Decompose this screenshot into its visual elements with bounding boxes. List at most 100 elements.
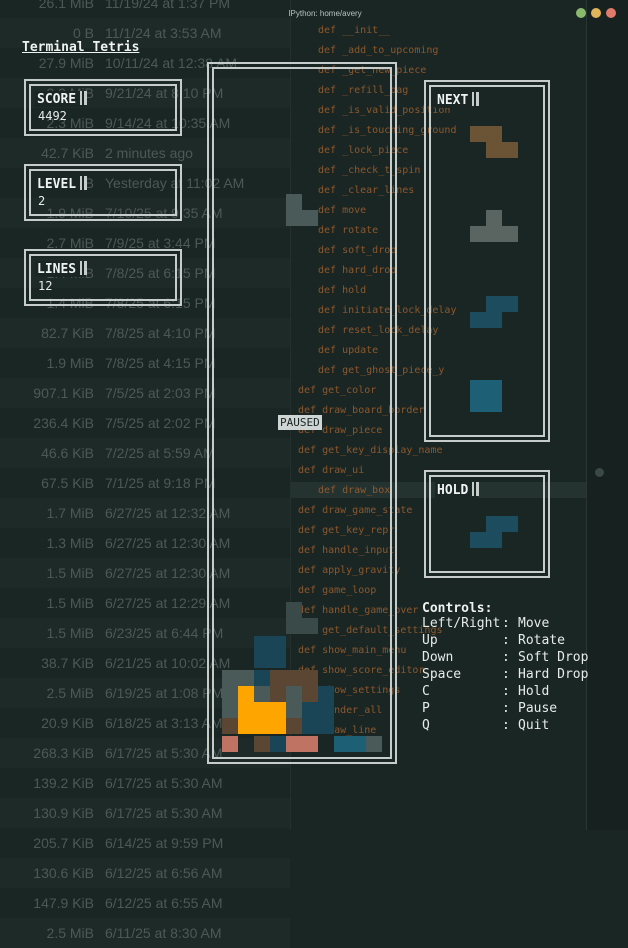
- file-row[interactable]: 139.2 KiB 6/17/25 at 5:30 AM: [0, 768, 290, 798]
- control-key: P: [422, 701, 430, 716]
- control-key: C: [422, 684, 430, 699]
- file-size: 2.5 MiB: [46, 925, 94, 941]
- file-row[interactable]: 205.7 KiB 6/14/25 at 9:59 PM: [0, 828, 290, 858]
- control-action: Move: [518, 616, 550, 631]
- file-size: 1.9 MiB: [46, 355, 94, 371]
- file-row[interactable]: 147.9 KiB 6/12/25 at 6:55 AM: [0, 888, 290, 918]
- board-block: [302, 618, 318, 634]
- file-size: 236.4 KiB: [33, 415, 94, 431]
- board-block: [318, 718, 334, 734]
- board-block: [270, 702, 286, 718]
- score-value: 4492: [38, 109, 67, 123]
- file-date: 6/17/25 at 5:30 AM: [105, 745, 223, 761]
- file-date: 6/19/25 at 1:08 PM: [105, 685, 224, 701]
- board-block: [270, 652, 286, 668]
- file-size: 2.5 MiB: [46, 685, 94, 701]
- file-date: 11/19/24 at 1:37 PM: [105, 0, 231, 11]
- code-outline-item[interactable]: def __init__: [318, 25, 390, 36]
- control-row: Down: Soft Drop: [422, 650, 588, 667]
- control-key: Space: [422, 667, 462, 682]
- controls-title: Controls:: [422, 601, 493, 616]
- file-date: 7/1/25 at 9:18 PM: [105, 475, 216, 491]
- control-action: Soft Drop: [518, 650, 589, 665]
- control-separator: :: [502, 701, 510, 716]
- file-date: 6/11/25 at 8:30 AM: [105, 925, 222, 941]
- control-action: Rotate: [518, 633, 565, 648]
- next-piece-block: [470, 380, 486, 396]
- next-piece-block: [486, 312, 502, 328]
- file-size: 205.7 KiB: [33, 835, 94, 851]
- file-size: 907.1 KiB: [33, 385, 94, 401]
- file-row[interactable]: 130.9 KiB 6/17/25 at 5:30 AM: [0, 798, 290, 828]
- next-piece-block: [470, 126, 486, 142]
- next-piece-block: [470, 312, 486, 328]
- file-date: 6/12/25 at 6:56 AM: [105, 865, 223, 881]
- file-size: 1.5 MiB: [46, 565, 94, 581]
- next-piece-block: [470, 226, 486, 242]
- window-title: IPython: home/avery: [288, 9, 362, 18]
- board-block: [270, 636, 286, 652]
- board-block: [254, 718, 270, 734]
- file-date: 11/1/24 at 3:53 AM: [105, 25, 222, 41]
- board-block: [286, 670, 302, 686]
- control-row: P: Pause: [422, 701, 557, 718]
- file-size: 1.5 MiB: [46, 625, 94, 641]
- board-block: [238, 686, 254, 702]
- board-block: [286, 602, 302, 618]
- controls-panel: Controls: Left/Right: Move Up: Rotate Down: S…: [422, 601, 588, 735]
- next-piece-block: [486, 210, 502, 226]
- control-action: Hold: [518, 684, 550, 699]
- game-title: Terminal Tetris: [22, 40, 140, 55]
- lines-value: 12: [38, 279, 53, 293]
- file-size: 0 B: [72, 25, 94, 41]
- file-size: 67.5 KiB: [41, 475, 94, 491]
- board-block: [254, 686, 270, 702]
- board-block: [238, 702, 254, 718]
- board-block: [302, 736, 318, 752]
- next-piece-block: [502, 296, 518, 312]
- scroll-indicator[interactable]: [595, 468, 604, 477]
- next-piece-block: [502, 226, 518, 242]
- next-piece-block: [502, 142, 518, 158]
- next-piece-block: [486, 226, 502, 242]
- control-key: Up: [422, 633, 438, 648]
- board-block: [238, 718, 254, 734]
- file-date: 6/17/25 at 5:30 AM: [105, 805, 223, 821]
- file-date: 6/14/25 at 9:59 PM: [105, 835, 224, 851]
- file-size: 42.7 KiB: [41, 145, 94, 161]
- board-block: [302, 670, 318, 686]
- next-piece-block: [486, 380, 502, 396]
- file-size: 26.1 MiB: [38, 0, 94, 11]
- right-scroll-strip[interactable]: [586, 0, 628, 830]
- board-block: [254, 702, 270, 718]
- file-row[interactable]: 130.6 KiB 6/12/25 at 6:56 AM: [0, 858, 290, 888]
- level-label: LEVEL: [35, 176, 87, 192]
- next-piece-block: [486, 142, 502, 158]
- maximize-window-button[interactable]: [591, 8, 601, 18]
- board-block: [254, 670, 270, 686]
- minimize-window-button[interactable]: [576, 8, 586, 18]
- board-block: [318, 686, 334, 702]
- file-size: 1.5 MiB: [46, 595, 94, 611]
- file-date: 7/2/25 at 5:59 AM: [105, 445, 215, 461]
- board-block: [222, 670, 238, 686]
- board-block: [238, 670, 254, 686]
- game-board: [207, 62, 397, 764]
- hold-piece-block: [470, 532, 486, 548]
- code-outline-item[interactable]: def _add_to_upcoming: [318, 45, 438, 56]
- next-piece-block: [486, 396, 502, 412]
- file-date: 7/5/25 at 2:02 PM: [105, 415, 216, 431]
- file-size: 130.9 KiB: [33, 805, 94, 821]
- file-size: 1.3 MiB: [46, 535, 94, 551]
- control-separator: :: [502, 616, 510, 631]
- close-window-button[interactable]: [606, 8, 616, 18]
- score-label: SCORE: [35, 91, 87, 107]
- control-separator: :: [502, 718, 510, 733]
- board-block: [254, 652, 270, 668]
- control-separator: :: [502, 667, 510, 682]
- control-action: Hard Drop: [518, 667, 589, 682]
- file-row[interactable]: 2.5 MiB 6/11/25 at 8:30 AM: [0, 918, 290, 948]
- next-piece-block: [486, 126, 502, 142]
- next-piece-block: [486, 296, 502, 312]
- board-block: [222, 736, 238, 752]
